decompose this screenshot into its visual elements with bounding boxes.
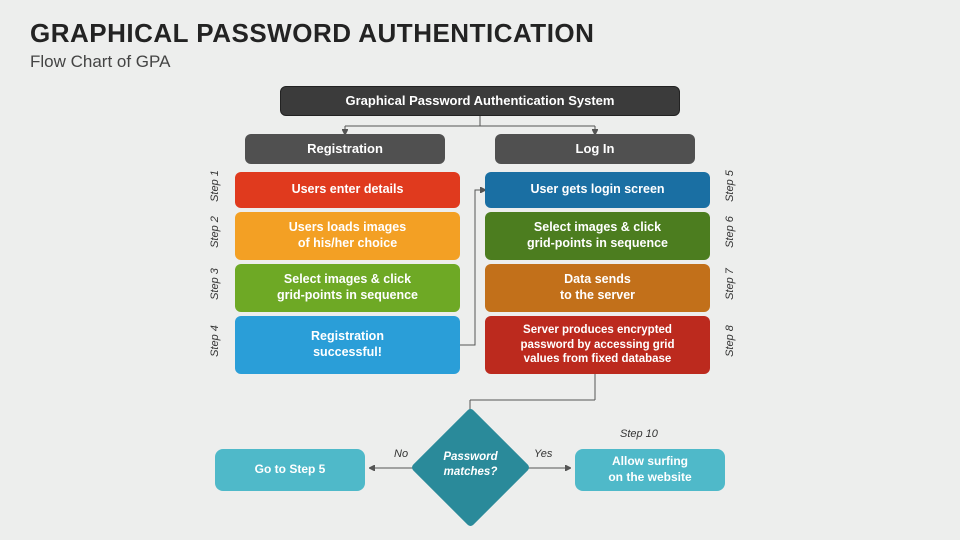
outcome-yes: Allow surfingon the website (575, 449, 725, 491)
step-5: User gets login screen (485, 172, 710, 208)
system-box: Graphical Password Authentication System (280, 86, 680, 116)
step-label-2: Step 2 (209, 212, 221, 252)
decision-text: Passwordmatches? (398, 450, 543, 480)
step-label-3: Step 3 (209, 264, 221, 304)
step-7: Data sendsto the server (485, 264, 710, 312)
step-3: Select images & clickgrid-points in sequ… (235, 264, 460, 312)
step-label-4: Step 4 (209, 321, 221, 361)
step-label-8: Step 8 (724, 321, 736, 361)
step-label-6: Step 6 (724, 212, 736, 252)
step-2: Users loads imagesof his/her choice (235, 212, 460, 260)
decision-yes-label: Yes (534, 448, 552, 460)
page-title: GRAPHICAL PASSWORD AUTHENTICATION (30, 18, 594, 49)
decision-no-label: No (394, 448, 408, 460)
header-registration: Registration (245, 134, 445, 164)
step-label-10: Step 10 (620, 428, 658, 440)
step-4: Registrationsuccessful! (235, 316, 460, 374)
step-6: Select images & clickgrid-points in sequ… (485, 212, 710, 260)
step-label-5: Step 5 (724, 166, 736, 206)
outcome-no: Go to Step 5 (215, 449, 365, 491)
step-label-7: Step 7 (724, 264, 736, 304)
page-subtitle: Flow Chart of GPA (30, 52, 170, 72)
step-8: Server produces encryptedpassword by acc… (485, 316, 710, 374)
step-label-1: Step 1 (209, 166, 221, 206)
header-login: Log In (495, 134, 695, 164)
step-1: Users enter details (235, 172, 460, 208)
